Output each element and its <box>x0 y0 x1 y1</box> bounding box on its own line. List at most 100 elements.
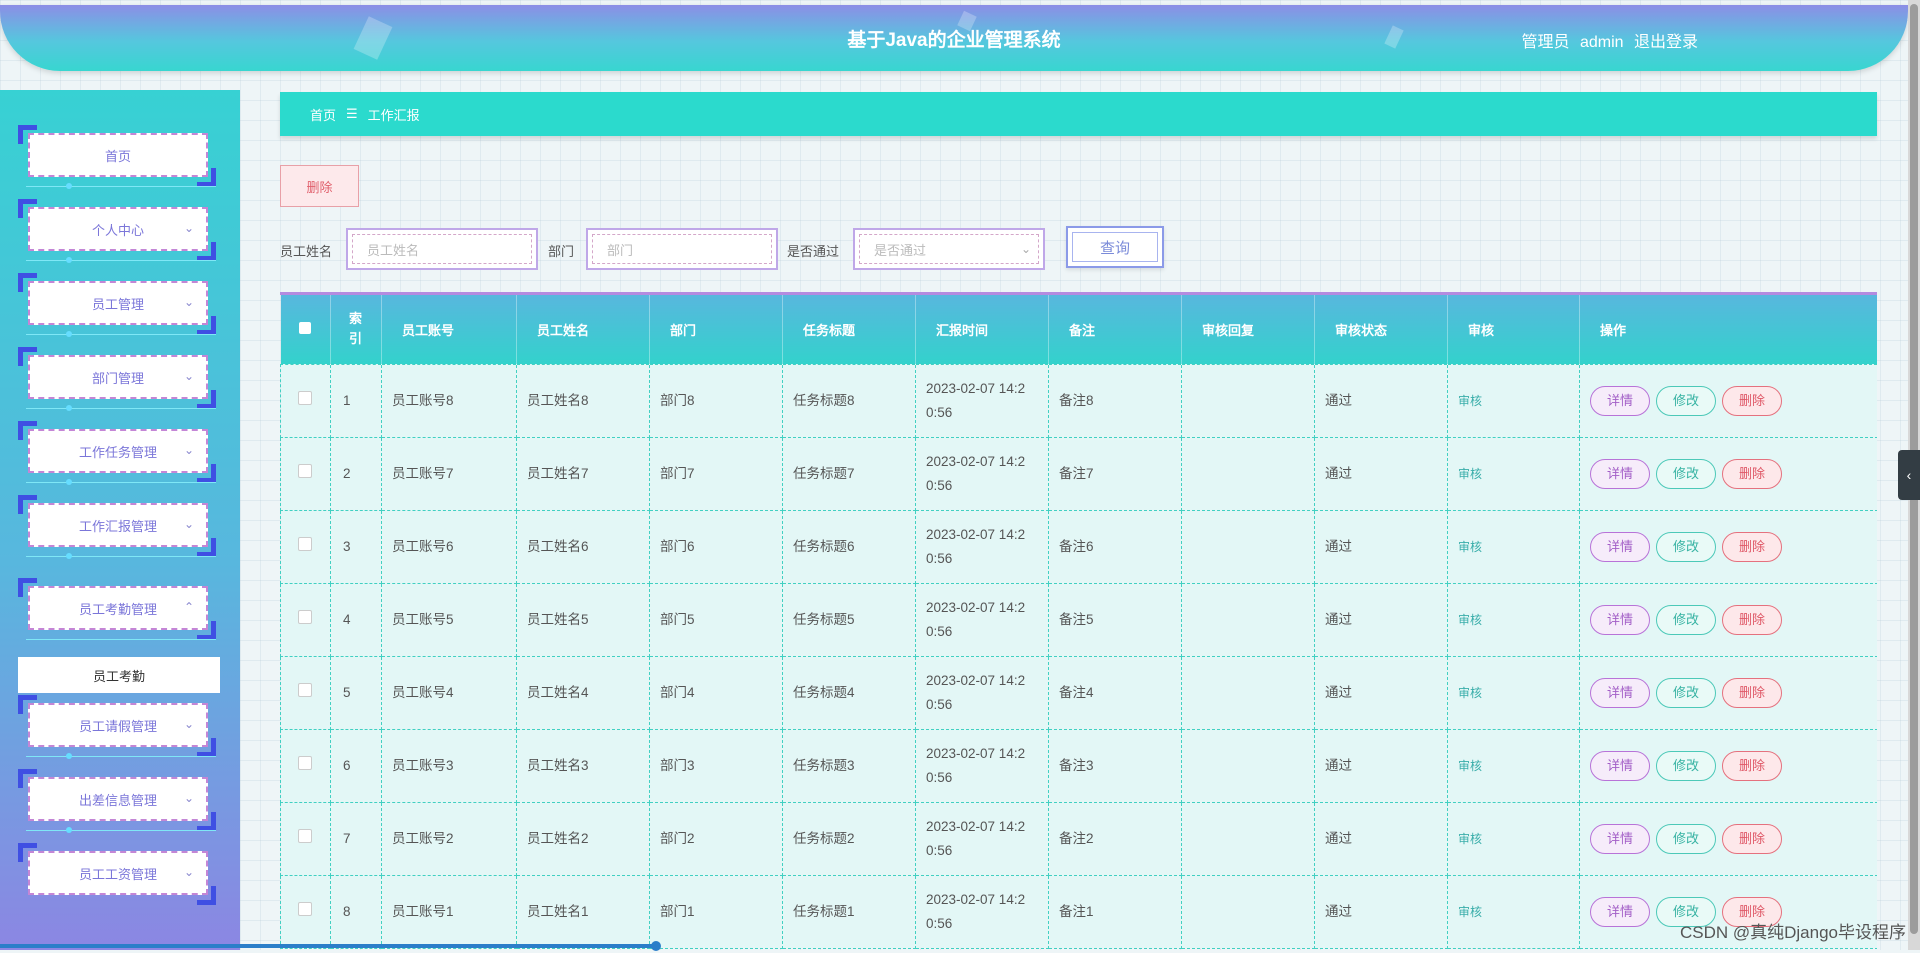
sidebar-item-label[interactable]: 工作汇报管理 <box>28 503 208 547</box>
row-checkbox-cell[interactable] <box>280 582 331 657</box>
detail-button[interactable]: 详情 <box>1590 750 1650 781</box>
sidebar-item-label[interactable]: 首页 <box>28 133 208 177</box>
edit-button[interactable]: 修改 <box>1656 385 1716 416</box>
dept-filter-input[interactable]: 部门 <box>586 228 778 270</box>
sidebar-item-label[interactable]: 员工请假管理 <box>28 703 208 747</box>
query-button[interactable]: 查询 <box>1066 226 1164 268</box>
cell-dept: 部门4 <box>649 655 783 730</box>
row-checkbox[interactable] <box>298 828 312 843</box>
detail-button[interactable]: 详情 <box>1590 531 1650 562</box>
submenu-item-attendance[interactable]: 员工考勤 <box>18 657 220 693</box>
cell-reply <box>1181 363 1315 438</box>
name-filter-input[interactable]: 员工姓名 <box>346 228 538 270</box>
row-checkbox[interactable] <box>298 390 312 405</box>
divider <box>26 756 216 757</box>
sidebar-item-employee[interactable]: 员工管理 ⌄ <box>18 273 216 337</box>
audit-link[interactable]: 审核 <box>1458 759 1482 773</box>
audit-link[interactable]: 审核 <box>1458 832 1482 846</box>
delete-button[interactable]: 删除 <box>1722 604 1782 635</box>
row-checkbox-cell[interactable] <box>280 509 331 584</box>
table-row: 7 员工账号2 员工姓名2 部门2 任务标题2 2023-02-07 14:2 0:56 备注… <box>280 801 1877 876</box>
sidebar-item-label[interactable]: 个人中心 <box>28 207 208 251</box>
cell-time: 2023-02-07 14:2 0:56 <box>915 801 1049 876</box>
row-checkbox-cell[interactable] <box>280 728 331 803</box>
sidebar-item-leave[interactable]: 员工请假管理 ⌄ <box>18 695 216 759</box>
delete-button[interactable]: 删除 <box>1722 823 1782 854</box>
sidebar-item-business-trip[interactable]: 出差信息管理 ⌄ <box>18 769 216 833</box>
row-checkbox[interactable] <box>298 901 312 916</box>
select-all-checkbox[interactable] <box>280 295 331 364</box>
user-role: 管理员 <box>1521 34 1570 51</box>
edit-button[interactable]: 修改 <box>1656 531 1716 562</box>
sidebar-item-label[interactable]: 部门管理 <box>28 355 208 399</box>
delete-button[interactable]: 删除 <box>1722 677 1782 708</box>
sidebar-item-salary[interactable]: 员工工资管理 ⌄ <box>18 843 216 905</box>
edit-button[interactable]: 修改 <box>1656 750 1716 781</box>
chevron-down-icon: ⌄ <box>183 369 194 383</box>
checkbox-icon[interactable] <box>298 321 311 334</box>
breadcrumb-home[interactable]: 首页 <box>310 105 336 124</box>
horizontal-scrollbar[interactable] <box>0 941 661 951</box>
sidebar-item-task[interactable]: 工作任务管理 ⌄ <box>18 421 216 485</box>
logout-link[interactable]: 退出登录 <box>1634 34 1698 51</box>
row-checkbox-cell[interactable] <box>280 874 331 949</box>
sidebar-item-report[interactable]: 工作汇报管理 ⌄ <box>18 495 216 559</box>
row-checkbox-cell[interactable] <box>280 363 331 438</box>
delete-button[interactable]: 删除 <box>1722 458 1782 489</box>
detail-button[interactable]: 详情 <box>1590 823 1650 854</box>
audit-link[interactable]: 审核 <box>1458 613 1482 627</box>
batch-delete-button[interactable]: 删除 <box>280 165 359 207</box>
sidebar-item-department[interactable]: 部门管理 ⌄ <box>18 347 216 411</box>
cell-status: 通过 <box>1314 801 1448 876</box>
delete-button[interactable]: 删除 <box>1722 531 1782 562</box>
edit-button[interactable]: 修改 <box>1656 458 1716 489</box>
detail-button[interactable]: 详情 <box>1590 458 1650 489</box>
sidebar-item-label[interactable]: 工作任务管理 <box>28 429 208 473</box>
sidebar-item-home[interactable]: 首页 <box>18 125 216 189</box>
delete-button[interactable]: 删除 <box>1722 750 1782 781</box>
detail-button[interactable]: 详情 <box>1590 896 1650 927</box>
row-checkbox[interactable] <box>298 682 312 697</box>
edit-button[interactable]: 修改 <box>1656 823 1716 854</box>
detail-button[interactable]: 详情 <box>1590 677 1650 708</box>
audit-link[interactable]: 审核 <box>1458 394 1482 408</box>
column-header-dept: 部门 <box>649 295 783 364</box>
report-table: 索引 员工账号 员工姓名 部门 任务标题 汇报时间 备注 审核回复 审核状态 审… <box>280 295 1877 949</box>
row-checkbox-cell[interactable] <box>280 436 331 511</box>
sidebar-item-label[interactable]: 员工管理 <box>28 281 208 325</box>
time-part: 2023-02-07 14:2 <box>926 526 1026 542</box>
table-row: 3 员工账号6 员工姓名6 部门6 任务标题6 2023-02-07 14:2 0:56 备注… <box>280 509 1877 584</box>
cell-reply <box>1181 509 1315 584</box>
sidebar-item-label[interactable]: 员工考勤管理 <box>28 586 208 630</box>
row-checkbox[interactable] <box>298 463 312 478</box>
cell-reply <box>1181 436 1315 511</box>
audit-link[interactable]: 审核 <box>1458 467 1482 481</box>
chevron-left-icon[interactable]: ‹ <box>1898 450 1920 500</box>
row-checkbox-cell[interactable] <box>280 801 331 876</box>
time-part: 0:56 <box>926 696 953 712</box>
detail-button[interactable]: 详情 <box>1590 385 1650 416</box>
cell-audit: 审核 <box>1447 801 1580 876</box>
cell-status: 通过 <box>1314 363 1448 438</box>
approved-select[interactable]: 是否通过 ⌄ <box>853 228 1045 270</box>
cell-time: 2023-02-07 14:2 0:56 <box>915 655 1049 730</box>
row-checkbox[interactable] <box>298 755 312 770</box>
sidebar-item-personal-center[interactable]: 个人中心 ⌄ <box>18 199 216 263</box>
row-checkbox[interactable] <box>298 536 312 551</box>
sidebar-item-attendance[interactable]: 员工考勤管理 ⌃ <box>18 578 216 640</box>
audit-link[interactable]: 审核 <box>1458 686 1482 700</box>
sidebar-item-label[interactable]: 出差信息管理 <box>28 777 208 821</box>
cell-status: 通过 <box>1314 655 1448 730</box>
row-checkbox-cell[interactable] <box>280 655 331 730</box>
audit-link[interactable]: 审核 <box>1458 905 1482 919</box>
delete-button[interactable]: 删除 <box>1722 385 1782 416</box>
edit-button[interactable]: 修改 <box>1656 677 1716 708</box>
row-checkbox[interactable] <box>298 609 312 624</box>
edit-button[interactable]: 修改 <box>1656 604 1716 635</box>
audit-link[interactable]: 审核 <box>1458 540 1482 554</box>
detail-button[interactable]: 详情 <box>1590 604 1650 635</box>
divider <box>26 556 216 557</box>
sidebar-item-label[interactable]: 员工工资管理 <box>28 851 208 895</box>
column-header-audit: 审核 <box>1447 295 1580 364</box>
cell-note: 备注4 <box>1048 655 1182 730</box>
